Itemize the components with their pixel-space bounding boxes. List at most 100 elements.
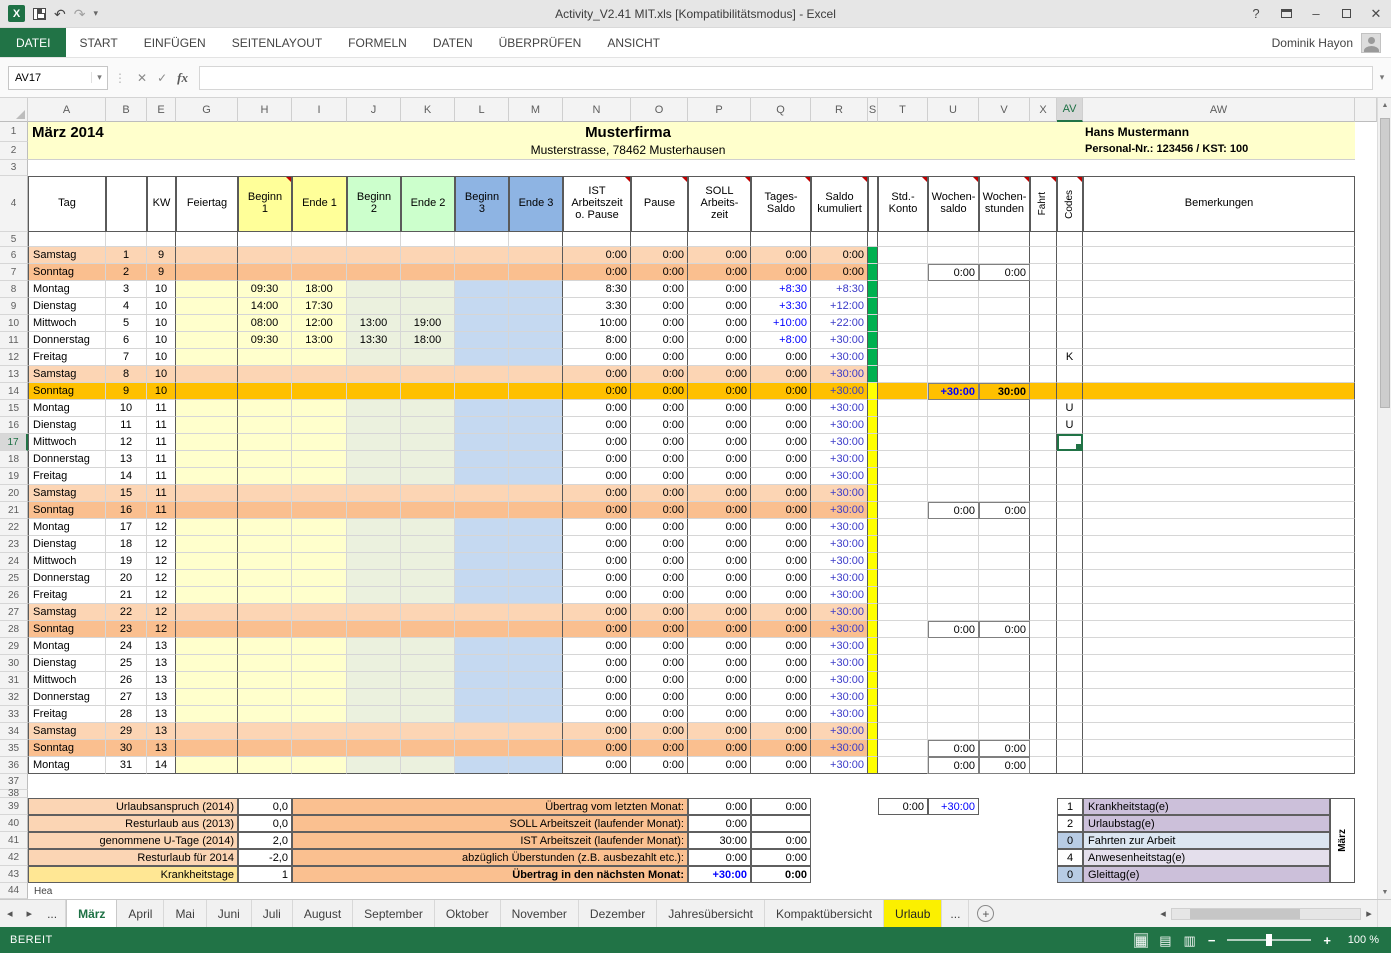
- cell-P34[interactable]: 0:00: [688, 723, 751, 740]
- cell-R20[interactable]: +30:00: [811, 485, 868, 502]
- cell-R7[interactable]: 0:00: [811, 264, 868, 281]
- cell-K23[interactable]: [401, 536, 455, 553]
- header-cell-M[interactable]: Ende 3: [509, 176, 563, 232]
- cell-O10[interactable]: 0:00: [631, 315, 688, 332]
- cell-L15[interactable]: [455, 400, 509, 417]
- cell-U21[interactable]: 0:00: [928, 502, 979, 519]
- cell-M23[interactable]: [509, 536, 563, 553]
- close-button[interactable]: ✕: [1361, 0, 1391, 27]
- cell-H16[interactable]: [238, 417, 292, 434]
- cell-P25[interactable]: 0:00: [688, 570, 751, 587]
- cell-V35[interactable]: 0:00: [979, 740, 1030, 757]
- cell-R15[interactable]: +30:00: [811, 400, 868, 417]
- cell-N30[interactable]: 0:00: [563, 655, 631, 672]
- cell-X18[interactable]: [1030, 451, 1057, 468]
- cell-AW29[interactable]: [1083, 638, 1355, 655]
- summary-mid-value1-40[interactable]: 0:00: [688, 815, 751, 832]
- cell-I27[interactable]: [292, 604, 347, 621]
- cell-K27[interactable]: [401, 604, 455, 621]
- cell-J30[interactable]: [347, 655, 401, 672]
- header-cell-O[interactable]: Pause: [631, 176, 688, 232]
- cell-T13[interactable]: [878, 366, 928, 383]
- cell-R35[interactable]: +30:00: [811, 740, 868, 757]
- cell-J19[interactable]: [347, 468, 401, 485]
- sheet-tab-overflow-left[interactable]: ...: [39, 900, 66, 927]
- cell-G8[interactable]: [176, 281, 238, 298]
- cell-J18[interactable]: [347, 451, 401, 468]
- cell-J17[interactable]: [347, 434, 401, 451]
- row-header-16[interactable]: 16: [0, 417, 28, 434]
- row-header-1[interactable]: 1: [0, 122, 28, 142]
- cell-O20[interactable]: 0:00: [631, 485, 688, 502]
- sheet-tab-jahresübersicht[interactable]: Jahresübersicht: [657, 900, 765, 927]
- cell-O34[interactable]: 0:00: [631, 723, 688, 740]
- cell-L23[interactable]: [455, 536, 509, 553]
- column-header-R[interactable]: R: [811, 98, 868, 122]
- horizontal-scroll-track[interactable]: [1171, 908, 1361, 920]
- empty-cell[interactable]: [878, 849, 928, 866]
- cell-H11[interactable]: 09:30: [238, 332, 292, 349]
- cell-I13[interactable]: [292, 366, 347, 383]
- cell-G13[interactable]: [176, 366, 238, 383]
- cell-A18[interactable]: Donnerstag: [28, 451, 106, 468]
- empty-cell[interactable]: [928, 815, 979, 832]
- cell-M33[interactable]: [509, 706, 563, 723]
- column-header-X[interactable]: X: [1030, 98, 1057, 122]
- cell-K19[interactable]: [401, 468, 455, 485]
- cell-P31[interactable]: 0:00: [688, 672, 751, 689]
- cell-AW19[interactable]: [1083, 468, 1355, 485]
- cell-B27[interactable]: 22: [106, 604, 147, 621]
- cell-R33[interactable]: +30:00: [811, 706, 868, 723]
- summary-mid-value2-41[interactable]: 0:00: [751, 832, 811, 849]
- cell-I23[interactable]: [292, 536, 347, 553]
- maximize-button[interactable]: [1331, 0, 1361, 27]
- ribbon-tab-einfügen[interactable]: EINFÜGEN: [131, 28, 219, 57]
- empty-cell[interactable]: [1030, 815, 1057, 832]
- cell-month-vertical-label[interactable]: März: [1330, 798, 1355, 883]
- cell-X30[interactable]: [1030, 655, 1057, 672]
- legend-count-39[interactable]: 1: [1057, 798, 1083, 815]
- cell-S17[interactable]: [868, 434, 878, 451]
- account-area[interactable]: Dominik Hayon: [1272, 28, 1391, 57]
- cell-E11[interactable]: 10: [147, 332, 176, 349]
- cell-B28[interactable]: 23: [106, 621, 147, 638]
- cell-V20[interactable]: [979, 485, 1030, 502]
- cell-H5[interactable]: [238, 232, 292, 247]
- cell-AW24[interactable]: [1083, 553, 1355, 570]
- cell-I25[interactable]: [292, 570, 347, 587]
- cell-X8[interactable]: [1030, 281, 1057, 298]
- cell-A15[interactable]: Montag: [28, 400, 106, 417]
- cell-T6[interactable]: [878, 247, 928, 264]
- cell-V23[interactable]: [979, 536, 1030, 553]
- cell-N36[interactable]: 0:00: [563, 757, 631, 774]
- cell-A14[interactable]: Sonntag: [28, 383, 106, 400]
- summary-left-label-43[interactable]: Krankheitstage: [28, 866, 238, 883]
- cell-G6[interactable]: [176, 247, 238, 264]
- cell-G15[interactable]: [176, 400, 238, 417]
- cell-X32[interactable]: [1030, 689, 1057, 706]
- summary-mid-value1-41[interactable]: 30:00: [688, 832, 751, 849]
- legend-label-40[interactable]: Urlaubstag(e): [1083, 815, 1330, 832]
- cell-V25[interactable]: [979, 570, 1030, 587]
- cell-L16[interactable]: [455, 417, 509, 434]
- cell-N21[interactable]: 0:00: [563, 502, 631, 519]
- ribbon-display-options-icon[interactable]: [1271, 0, 1301, 27]
- cell-K33[interactable]: [401, 706, 455, 723]
- cell-R19[interactable]: +30:00: [811, 468, 868, 485]
- cell-I36[interactable]: [292, 757, 347, 774]
- cell-O9[interactable]: 0:00: [631, 298, 688, 315]
- cell-H33[interactable]: [238, 706, 292, 723]
- cell-S25[interactable]: [868, 570, 878, 587]
- cell-E28[interactable]: 12: [147, 621, 176, 638]
- cell-N9[interactable]: 3:30: [563, 298, 631, 315]
- cell-M31[interactable]: [509, 672, 563, 689]
- cell-S10[interactable]: [868, 315, 878, 332]
- cell-A20[interactable]: Samstag: [28, 485, 106, 502]
- cell-P8[interactable]: 0:00: [688, 281, 751, 298]
- select-all-corner[interactable]: [0, 98, 28, 122]
- cell-B32[interactable]: 27: [106, 689, 147, 706]
- cell-X21[interactable]: [1030, 502, 1057, 519]
- cell-V22[interactable]: [979, 519, 1030, 536]
- cell-N13[interactable]: 0:00: [563, 366, 631, 383]
- cell-AW13[interactable]: [1083, 366, 1355, 383]
